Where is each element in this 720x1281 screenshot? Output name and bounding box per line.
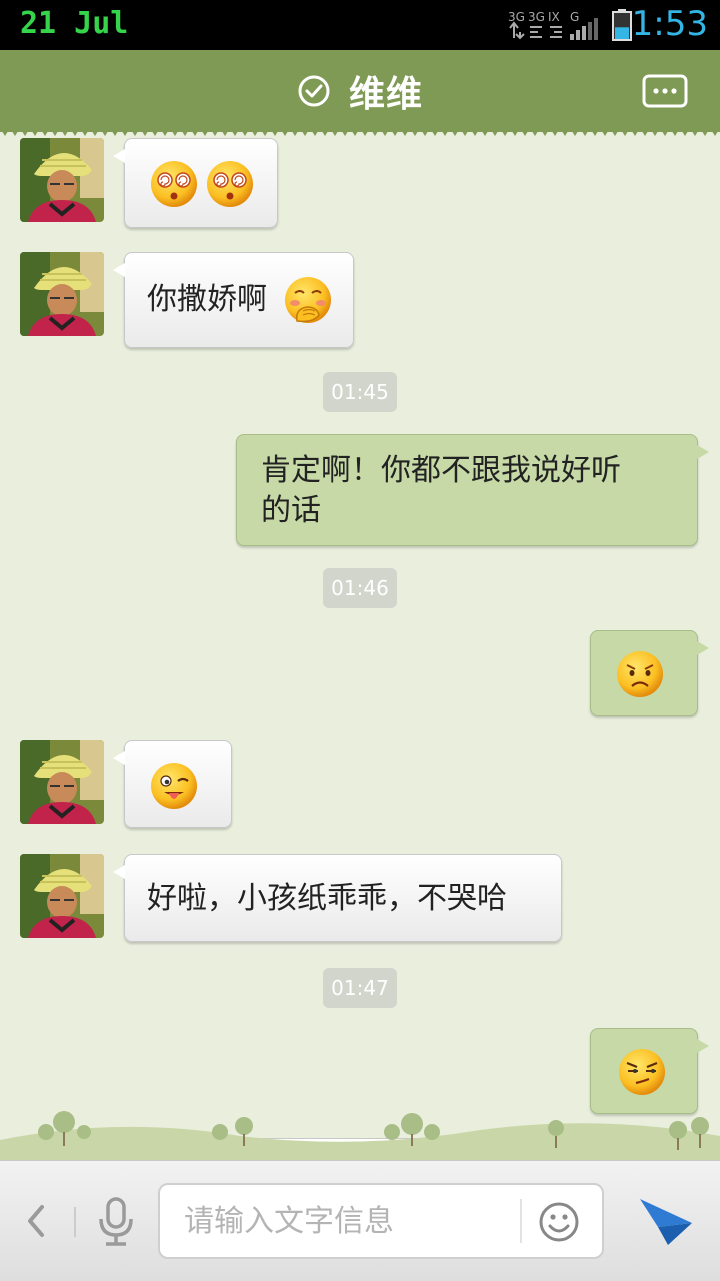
status-clock: 1:53 (631, 4, 708, 44)
dizzy-face-icon (149, 159, 199, 209)
message-timestamp: 01:47 (323, 968, 397, 1008)
svg-text:3G: 3G (508, 10, 525, 24)
contact-avatar[interactable] (20, 252, 104, 336)
message-text: 你撒娇啊 (147, 282, 267, 317)
smiley-icon[interactable] (538, 1201, 580, 1243)
status-bar: 21 Jul 3G 3G IX G 1:53 (0, 0, 720, 50)
svg-text:IX: IX (548, 10, 560, 24)
message-text-line-2: 的话 (261, 493, 321, 528)
incoming-message-bubble[interactable]: 你撒娇啊 (113, 252, 354, 348)
background-scenery (0, 1111, 720, 1162)
check-circle-icon (298, 75, 330, 107)
svg-text:3G: 3G (528, 10, 545, 24)
sad-face-icon (615, 649, 665, 699)
incoming-message-bubble[interactable]: 好啦，小孩纸乖乖，不哭哈 (113, 854, 562, 942)
contact-avatar[interactable] (20, 740, 104, 824)
smirk-face-icon (617, 1047, 667, 1097)
contact-avatar[interactable] (20, 138, 104, 222)
incoming-message-bubble[interactable] (113, 138, 278, 228)
divider (520, 1199, 522, 1243)
send-icon[interactable] (638, 1197, 694, 1247)
message-text-line-1: 肯定啊！你都不跟我说好听 (261, 453, 621, 488)
tongue-wink-face-icon (149, 761, 199, 811)
message-input-bar (0, 1160, 720, 1281)
outgoing-message-bubble[interactable]: 肯定啊！你都不跟我说好听 的话 (236, 434, 709, 546)
status-date: 21 Jul (20, 6, 129, 41)
chevron-left-icon[interactable] (22, 1201, 48, 1241)
message-text: 好啦，小孩纸乖乖，不哭哈 (147, 881, 507, 916)
microphone-icon[interactable] (96, 1197, 136, 1247)
message-text: 肯定啊！你都不跟我说好听 的话 (261, 451, 681, 531)
outgoing-message-bubble[interactable] (590, 630, 709, 716)
contact-avatar[interactable] (20, 854, 104, 938)
message-timestamp: 01:45 (323, 372, 397, 412)
incoming-message-bubble[interactable] (113, 740, 232, 828)
battery-icon (612, 9, 632, 41)
shy-face-icon (283, 275, 333, 325)
dizzy-face-icon (205, 159, 255, 209)
chat-header: 维维 (0, 50, 720, 132)
divider (74, 1207, 76, 1237)
more-dots-icon[interactable] (642, 74, 688, 108)
svg-text:G: G (570, 10, 579, 24)
network-signal-icon: 3G 3G IX G (508, 10, 598, 40)
header-fringe (0, 128, 720, 138)
contact-name: 维维 (348, 74, 423, 115)
chat-message-list[interactable]: 你撒娇啊 01:45 肯定啊！你都不跟我说好听 的话 01:46 好啦，小孩纸乖… (0, 138, 720, 1160)
message-timestamp: 01:46 (323, 568, 397, 608)
